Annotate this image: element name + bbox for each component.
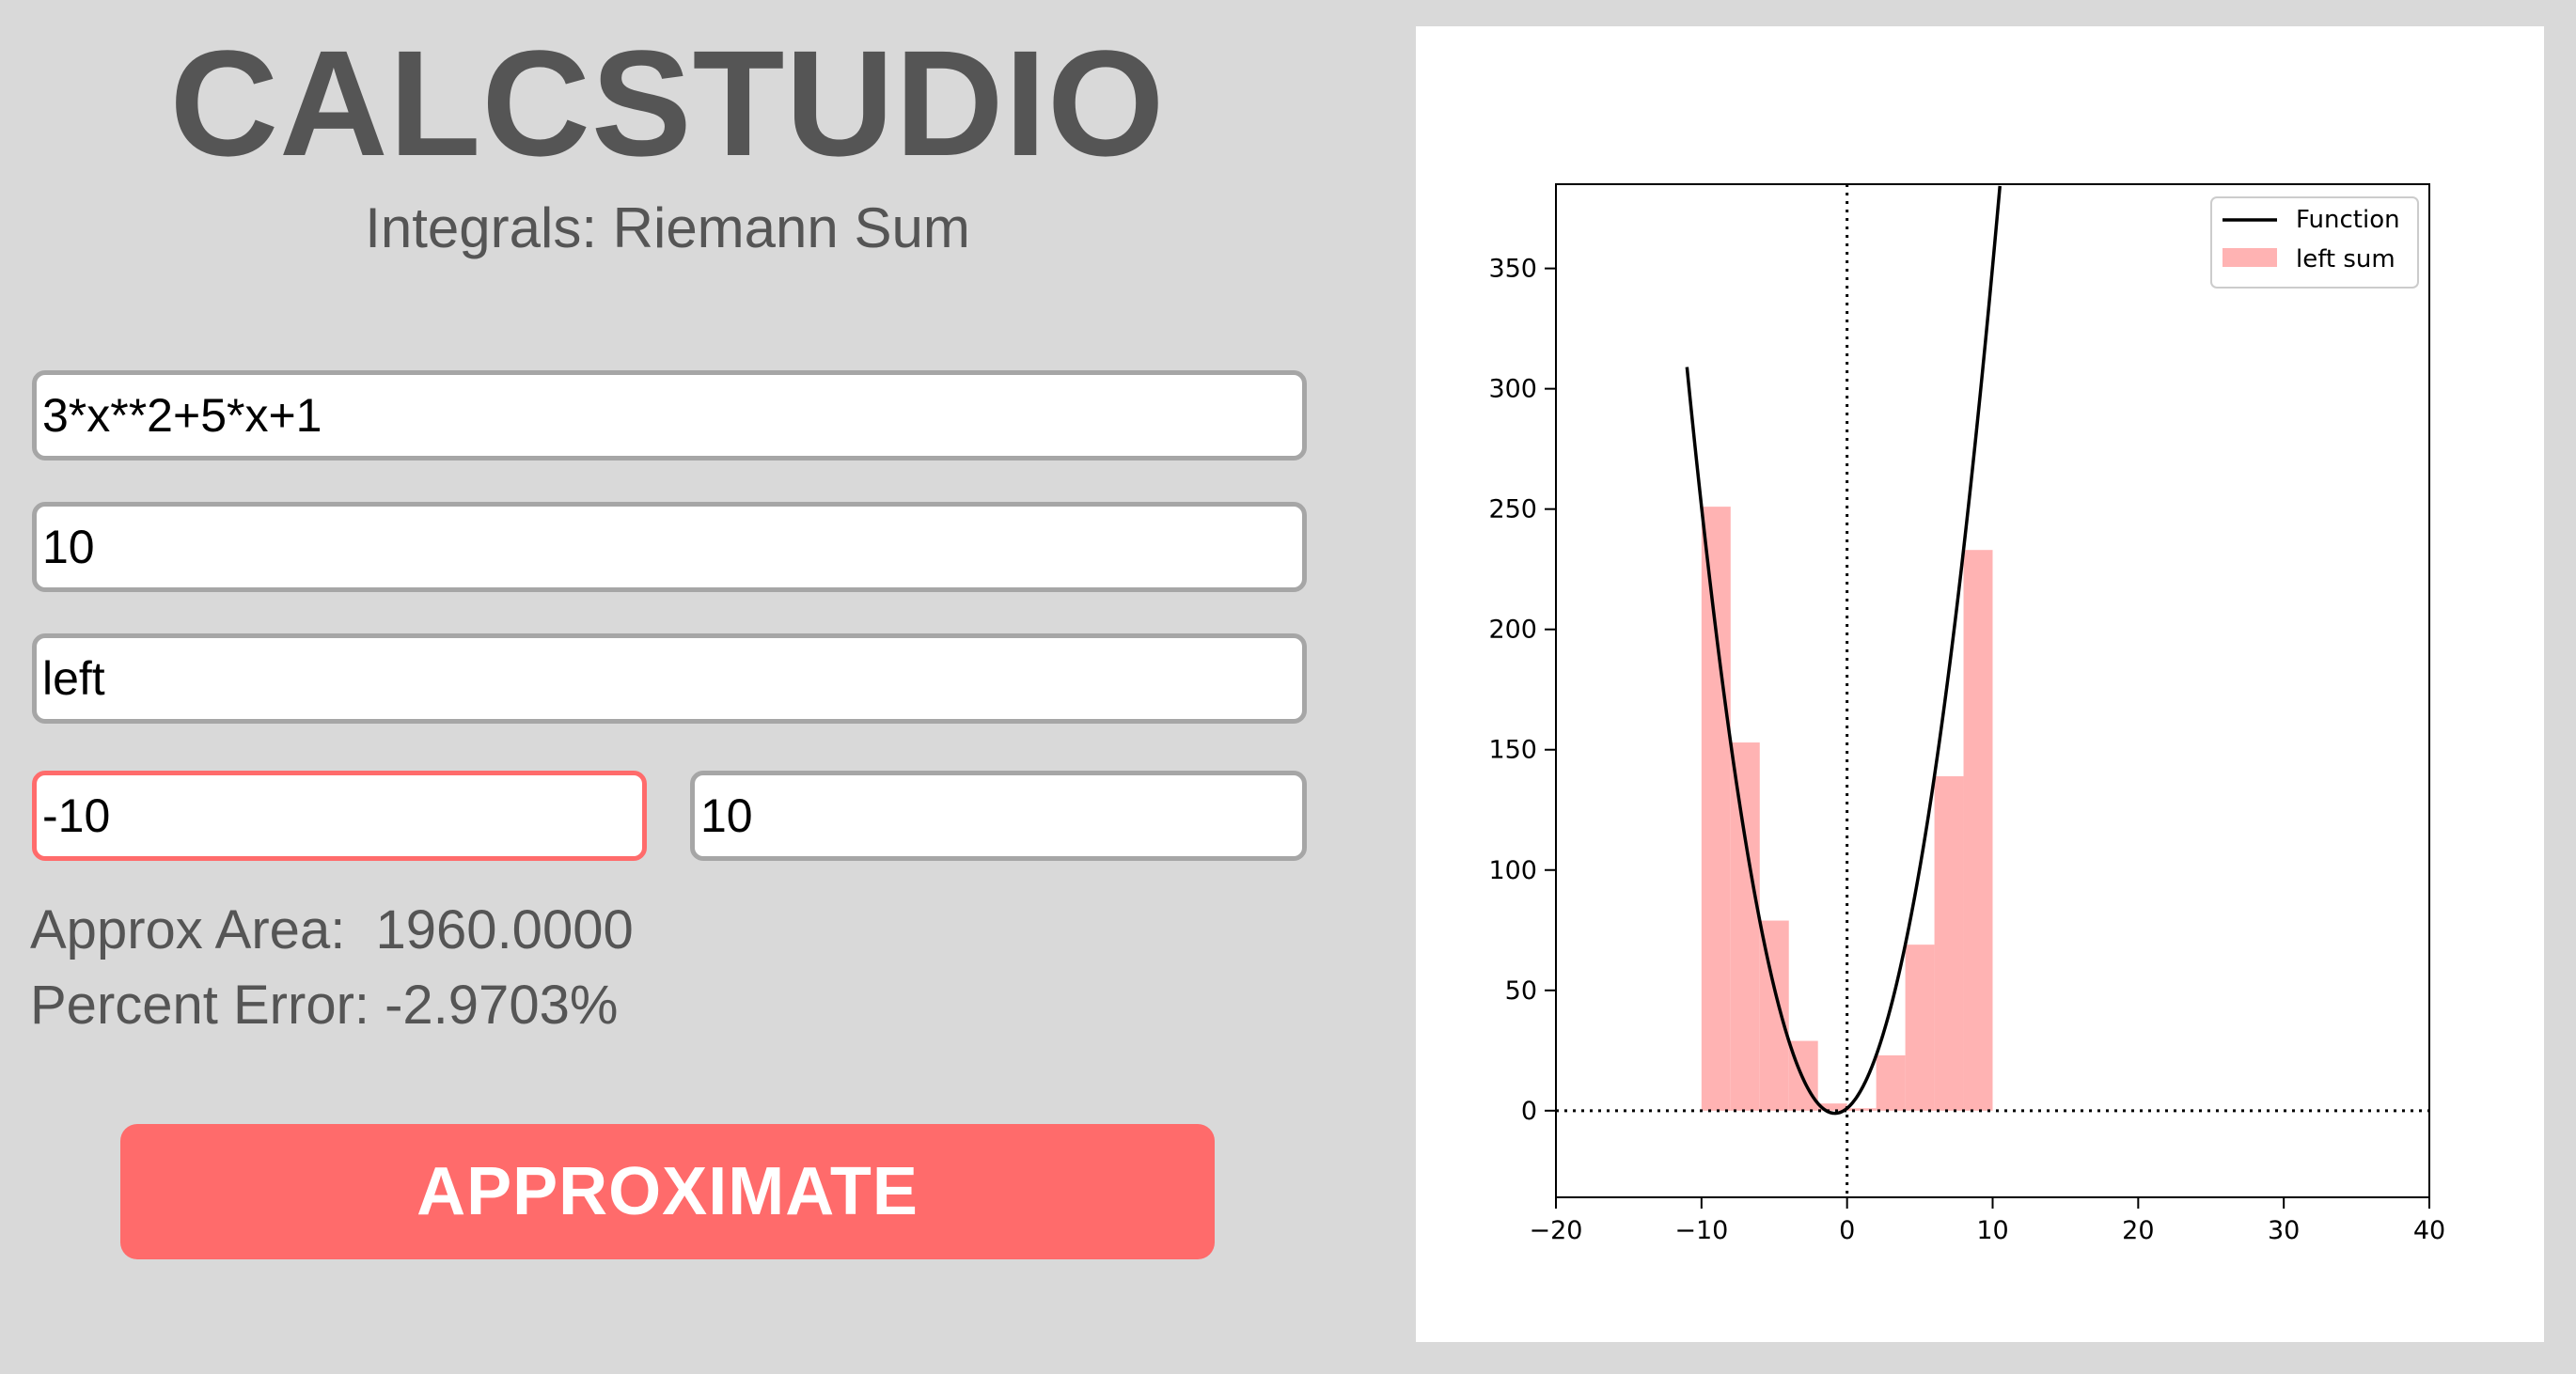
function-input[interactable] xyxy=(32,370,1307,461)
x-tick-label: 0 xyxy=(1839,1216,1855,1245)
percent-error-text: Percent Error: -2.9703% xyxy=(30,975,619,1036)
left-sum-bar xyxy=(1730,742,1760,1111)
left-sum-bar xyxy=(1876,1054,1906,1111)
left-sum-bar xyxy=(1934,775,1964,1111)
y-tick-label: 50 xyxy=(1505,976,1537,1006)
x-tick-label: −20 xyxy=(1530,1216,1583,1245)
control-panel: CALCSTUDIO Integrals: Riemann Sum Approx… xyxy=(0,0,1335,1374)
x-tick-label: −10 xyxy=(1674,1216,1728,1245)
approximate-button[interactable]: APPROXIMATE xyxy=(120,1124,1215,1259)
method-input[interactable] xyxy=(32,633,1307,724)
left-sum-bars xyxy=(1701,507,1993,1111)
y-tick-label: 150 xyxy=(1488,736,1537,765)
left-sum-bar xyxy=(1905,945,1935,1111)
left-sum-bar xyxy=(1963,550,1993,1111)
app-title: CALCSTUDIO xyxy=(169,19,1166,187)
x-tick-label: 20 xyxy=(2122,1216,2154,1245)
y-tick-label: 350 xyxy=(1488,255,1537,284)
x-tick-label: 40 xyxy=(2413,1216,2445,1245)
riemann-sum-chart: −20 −10 0 10 20 30 40 0 50 100 150 200 250 300 350 Fu… xyxy=(1488,183,2445,1245)
x-tick-label: 30 xyxy=(2268,1216,2300,1245)
y-tick-label: 250 xyxy=(1488,495,1537,524)
legend-left-sum-label: left sum xyxy=(2296,245,2395,273)
lower-bound-input[interactable] xyxy=(32,771,647,861)
upper-bound-input[interactable] xyxy=(690,771,1307,861)
x-axis-ticks: −20 −10 0 10 20 30 40 xyxy=(1530,1197,2445,1245)
y-axis-ticks: 0 50 100 150 200 250 300 350 xyxy=(1488,255,1556,1126)
legend-left-sum-swatch xyxy=(2223,248,2277,267)
legend-function-label: Function xyxy=(2296,206,2400,234)
subintervals-input[interactable] xyxy=(32,502,1307,592)
y-tick-label: 0 xyxy=(1521,1097,1537,1126)
left-sum-bar xyxy=(1701,507,1731,1111)
chart-legend: Function left sum xyxy=(2210,196,2419,289)
plot-panel: −20 −10 0 10 20 30 40 0 50 100 150 200 250 300 350 Fu… xyxy=(1416,26,2544,1342)
y-tick-label: 200 xyxy=(1488,616,1537,645)
x-tick-label: 10 xyxy=(1976,1216,2008,1245)
y-tick-label: 100 xyxy=(1488,856,1537,885)
y-tick-label: 300 xyxy=(1488,375,1537,404)
page-subtitle: Integrals: Riemann Sum xyxy=(365,196,970,259)
approx-area-text: Approx Area: 1960.0000 xyxy=(30,899,634,960)
